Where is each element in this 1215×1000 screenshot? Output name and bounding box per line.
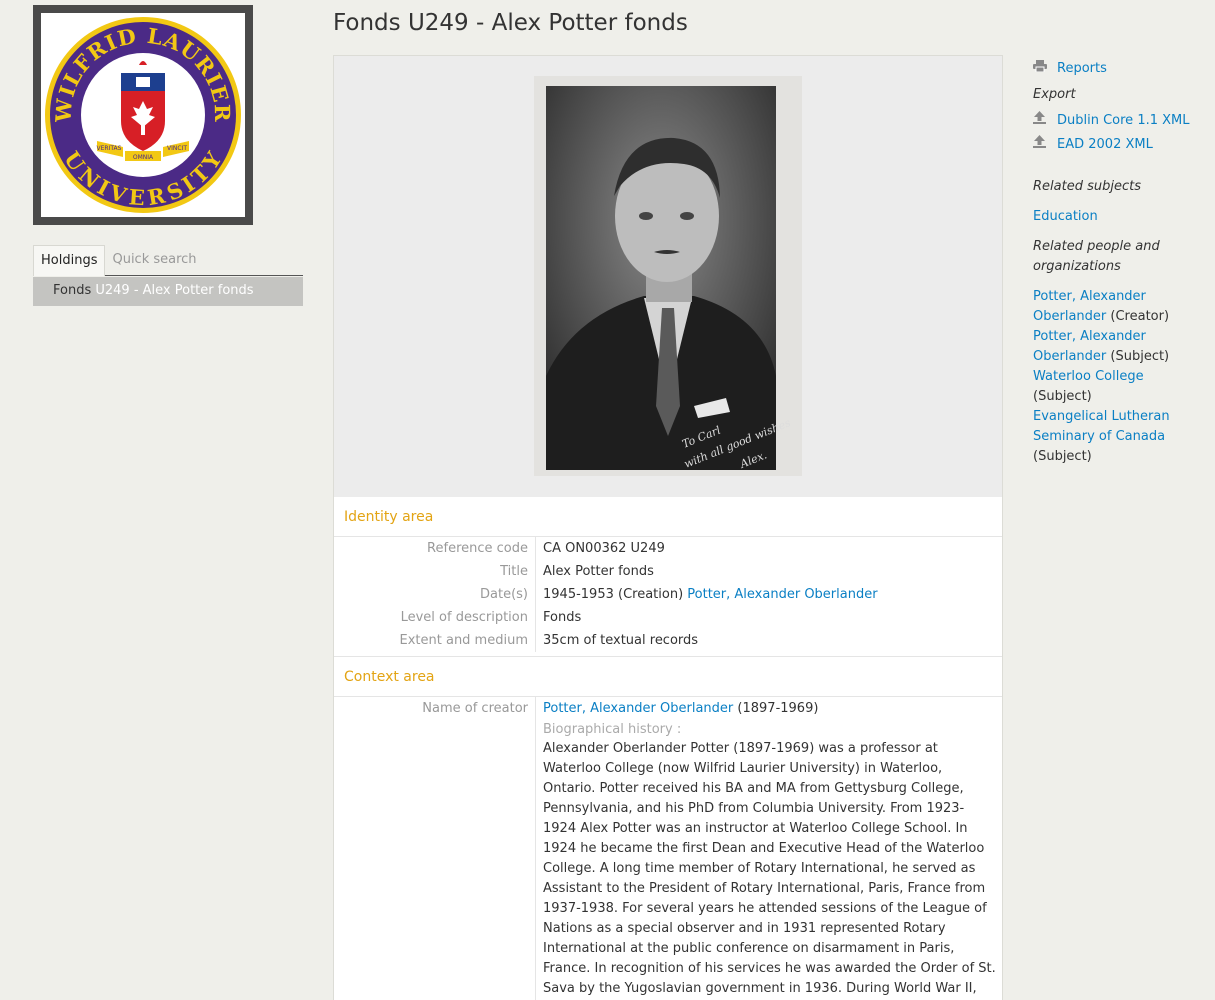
ead-label[interactable]: EAD 2002 XML (1057, 133, 1153, 157)
tab-holdings[interactable]: Holdings (33, 245, 106, 276)
context-fields: Name of creator Potter, Alexander Oberla… (334, 697, 1002, 1000)
field-label: Name of creator (422, 701, 528, 716)
field-value: Fonds (535, 606, 1002, 629)
context-area-heading[interactable]: Context area (334, 657, 1002, 697)
related-person: Potter, Alexander Oberlander (Subject) (1033, 327, 1203, 367)
related-subjects-heading: Related subjects (1033, 179, 1141, 194)
tab-quick-search[interactable]: Quick search (105, 245, 203, 276)
field-value: Alex Potter fonds (535, 560, 1002, 583)
field-label: Reference code (427, 541, 528, 556)
field-value: CA ON00362 U249 (535, 537, 1002, 560)
field-dates: Date(s) 1945-1953 (Creation) Potter, Ale… (334, 583, 1002, 606)
logo-image: WILFRID LAURIER UNIVERSITY VERITAS OMNIA… (41, 13, 245, 217)
field-label: Extent and medium (399, 633, 529, 648)
creator-dates: (1897-1969) (737, 701, 819, 716)
page-title: Fonds U249 - Alex Potter fonds (333, 10, 688, 36)
main-content: To Carl with all good wishes Alex. Ident… (333, 55, 1003, 1000)
related-people-heading: Related people and organizations (1033, 239, 1160, 274)
right-sidebar: Reports Export Dublin Core 1.1 XML EAD 2… (1033, 57, 1203, 467)
related-person: Potter, Alexander Oberlander (Creator) (1033, 287, 1203, 327)
university-crest-icon: WILFRID LAURIER UNIVERSITY VERITAS OMNIA… (45, 17, 241, 213)
subject-link-education[interactable]: Education (1033, 209, 1098, 224)
field-value: 35cm of textual records (535, 629, 1002, 652)
field-title: Title Alex Potter fonds (334, 560, 1002, 583)
field-label: Title (500, 564, 528, 579)
identity-area-heading[interactable]: Identity area (334, 497, 1002, 537)
digital-object-area: To Carl with all good wishes Alex. (334, 56, 1002, 497)
related-person: Evangelical Lutheran Seminary of Canada … (1033, 407, 1203, 467)
related-person-role: (Creator) (1110, 309, 1170, 324)
related-person-role: (Subject) (1033, 389, 1092, 404)
dublin-core-label[interactable]: Dublin Core 1.1 XML (1057, 109, 1190, 133)
field-name-of-creator: Name of creator Potter, Alexander Oberla… (334, 697, 1002, 1000)
motto-word-2: OMNIA (133, 154, 154, 161)
portrait-image: To Carl with all good wishes Alex. (534, 76, 802, 476)
upload-icon (1033, 133, 1057, 157)
left-tabs: Holdings Quick search (33, 245, 303, 276)
motto-word-1: VERITAS (97, 145, 122, 152)
dates-value: 1945-1953 (Creation) (543, 587, 684, 602)
biographical-history-text: Alexander Oberlander Potter (1897-1969) … (543, 741, 996, 996)
portrait-photo[interactable]: To Carl with all good wishes Alex. (534, 76, 802, 476)
institution-logo[interactable]: WILFRID LAURIER UNIVERSITY VERITAS OMNIA… (33, 5, 253, 225)
creator-link[interactable]: Potter, Alexander Oberlander (543, 701, 733, 716)
dates-creator-link[interactable]: Potter, Alexander Oberlander (687, 587, 877, 602)
holdings-list-item[interactable]: Fonds U249 - Alex Potter fonds (33, 277, 303, 306)
related-person-link[interactable]: Evangelical Lutheran Seminary of Canada (1033, 409, 1170, 444)
field-value: 1945-1953 (Creation) Potter, Alexander O… (535, 583, 1002, 606)
field-label: Level of description (400, 610, 528, 625)
related-person-role: (Subject) (1110, 349, 1170, 364)
field-level-of-description: Level of description Fonds (334, 606, 1002, 629)
holdings-item-title: U249 - Alex Potter fonds (95, 283, 254, 298)
ead-export-link[interactable]: EAD 2002 XML (1033, 133, 1203, 157)
reports-label[interactable]: Reports (1057, 57, 1107, 81)
biographical-history-label: Biographical history : (543, 722, 682, 737)
related-person-link[interactable]: Waterloo College (1033, 369, 1144, 384)
upload-icon (1033, 109, 1057, 133)
related-person-role: (Subject) (1033, 449, 1092, 464)
field-label: Date(s) (480, 587, 528, 602)
printer-icon (1033, 57, 1057, 81)
export-heading: Export (1033, 87, 1076, 102)
field-extent: Extent and medium 35cm of textual record… (334, 629, 1002, 656)
related-person: Waterloo College (Subject) (1033, 367, 1203, 407)
identity-fields: Reference code CA ON00362 U249 Title Ale… (334, 537, 1002, 657)
holdings-item-level: Fonds (53, 283, 92, 298)
motto-word-3: VINCIT (167, 145, 187, 152)
field-reference-code: Reference code CA ON00362 U249 (334, 537, 1002, 560)
related-people-list: Potter, Alexander Oberlander (Creator) P… (1033, 287, 1203, 467)
reports-link[interactable]: Reports (1033, 57, 1203, 81)
field-value: Potter, Alexander Oberlander (1897-1969)… (535, 697, 1002, 1000)
dublin-core-export-link[interactable]: Dublin Core 1.1 XML (1033, 109, 1203, 133)
